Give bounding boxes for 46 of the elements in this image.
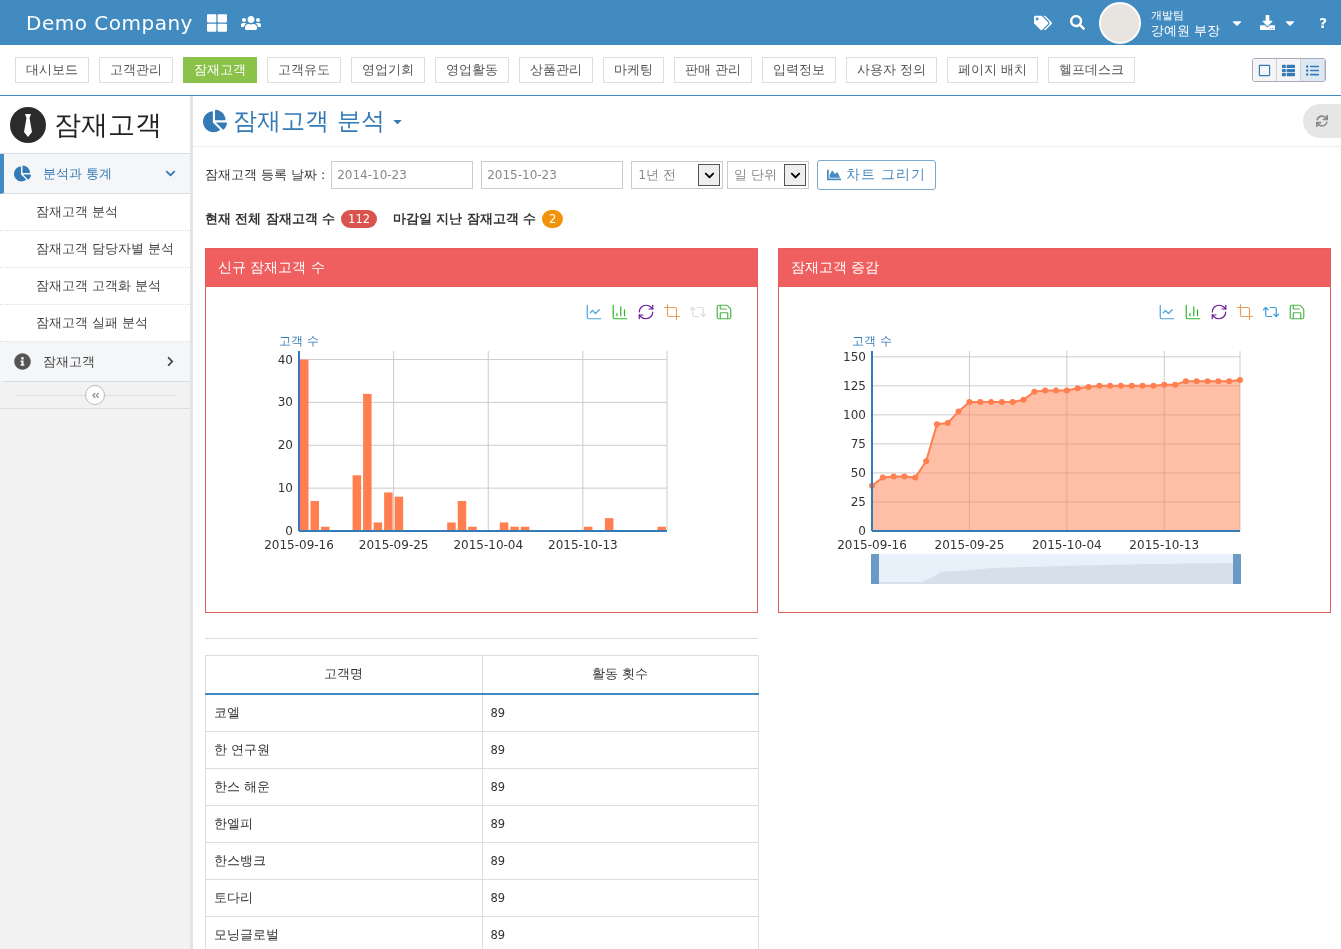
table-cell: 모닝글로벌 <box>205 916 482 949</box>
y-tick-label: 100 <box>843 407 866 422</box>
date-label: 잠재고객 등록 날짜 : <box>205 166 326 184</box>
count-badge: 2 <box>542 210 564 228</box>
y-tick-label: 75 <box>850 436 866 451</box>
x-tick-label: 2015-10-04 <box>1031 538 1102 552</box>
y-tick-label: 25 <box>850 494 866 509</box>
panel-title: 신규 잠재고객 수 <box>206 249 757 287</box>
x-tick-label: 2015-09-25 <box>358 538 429 552</box>
y-tick-label: 125 <box>843 378 866 393</box>
table-cell: 89 <box>482 694 759 732</box>
table-cell: 89 <box>482 768 759 806</box>
y-tick-label: 0 <box>858 524 866 538</box>
table-cell: 토다리 <box>205 879 482 917</box>
table-cell: 한스뱅크 <box>205 842 482 880</box>
panel-title: 잠재고객 증감 <box>779 249 1330 287</box>
table-cell: 89 <box>482 805 759 843</box>
y-tick-label: 0 <box>285 524 293 538</box>
x-tick-label: 2015-10-04 <box>453 538 524 552</box>
table-cell: 한 연구원 <box>205 731 482 769</box>
y-tick-label: 10 <box>277 481 293 496</box>
table-cell: 한스 해운 <box>205 768 482 806</box>
y-tick-label: 50 <box>850 465 866 480</box>
table-cell: 한엘피 <box>205 805 482 843</box>
x-tick-label: 2015-10-13 <box>548 538 618 552</box>
x-tick-label: 2015-09-16 <box>837 538 907 552</box>
y-axis-title: 고객 수 <box>852 334 892 348</box>
y-tick-label: 40 <box>277 352 293 367</box>
table-cell: 89 <box>482 731 759 769</box>
sidebar-title: 잠재고객 <box>54 107 162 142</box>
x-tick-label: 2015-10-13 <box>1129 538 1200 552</box>
y-tick-label: 20 <box>277 438 293 453</box>
y-tick-label: 30 <box>277 395 293 410</box>
y-tick-label: 150 <box>843 349 866 364</box>
x-tick-label: 2015-09-16 <box>264 538 334 552</box>
user-team: 개발팀 <box>1150 7 1185 23</box>
x-tick-label: 2015-09-25 <box>934 538 1005 552</box>
stat-label: 현재 전체 잠재고객 수 <box>205 210 336 228</box>
brand-name: Demo Company <box>26 10 193 35</box>
page-title: 잠재고객 분석 <box>233 106 385 137</box>
stat-label: 마감일 지난 잠재고객 수 <box>393 210 537 228</box>
table-cell: 89 <box>482 879 759 917</box>
count-badge: 112 <box>341 210 377 228</box>
y-axis-title: 고객 수 <box>279 334 319 348</box>
table-cell: 코엘 <box>205 694 482 732</box>
table-cell: 89 <box>482 842 759 880</box>
